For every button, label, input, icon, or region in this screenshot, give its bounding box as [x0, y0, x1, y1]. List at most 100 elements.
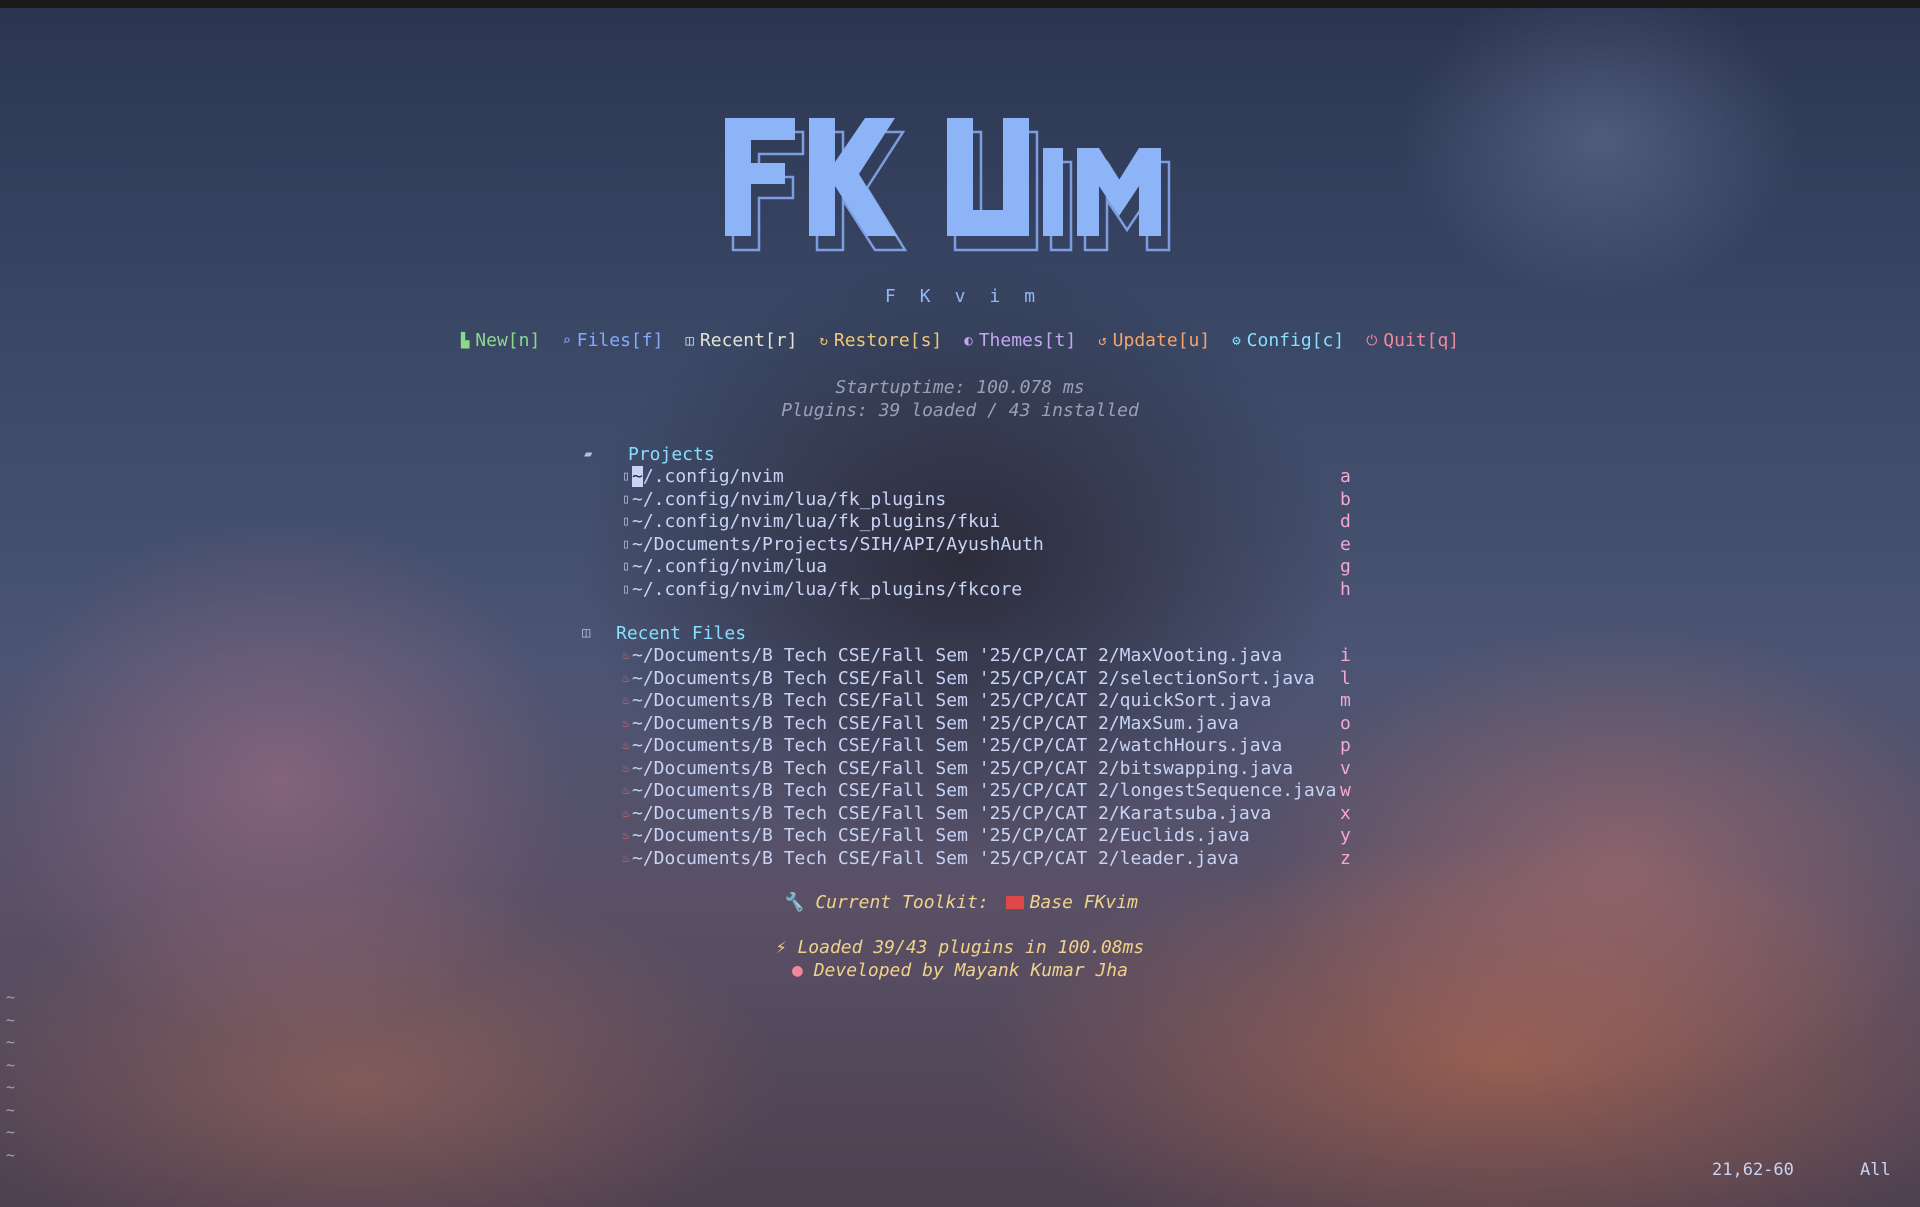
current-toolkit: 🔧 Current Toolkit: Base FKvim	[0, 892, 1920, 913]
menu-quit-button[interactable]: ⏻ Quit[q]	[1366, 330, 1459, 351]
recent-files-section: ◫ Recent Files ♨ ~/Documents/B Tech CSE/F…	[580, 622, 1360, 870]
project-item[interactable]: ▯ ~/.config/nvim/lua/fk_plugins/fkcore h	[580, 579, 1360, 602]
menu-update-button[interactable]: ↺ Update[u]	[1098, 330, 1210, 351]
menu-new-button[interactable]: ▙ New[n]	[461, 330, 540, 351]
developer-info: ● Developed by Mayank Kumar Jha	[0, 960, 1920, 981]
history-icon: ◫	[685, 332, 694, 349]
recent-file-path: ~/Documents/B Tech CSE/Fall Sem '25/CP/C…	[632, 690, 1272, 711]
update-icon: ↺	[1098, 332, 1107, 349]
project-path: ~/.config/nvim/lua/fk_plugins/fkcore	[632, 578, 1023, 600]
power-icon: ⏻	[1366, 332, 1378, 349]
shortcut-key: x	[1340, 802, 1351, 824]
startup-stats: Startuptime: 100.078 ms Plugins: 39 load…	[0, 376, 1920, 422]
book-icon: ▯	[622, 536, 630, 552]
menu-themes-button[interactable]: ◐ Themes[t]	[964, 330, 1076, 351]
shortcut-key: l	[1340, 667, 1351, 689]
window-top-bar	[0, 0, 1920, 8]
menu-label: Update[u]	[1112, 330, 1211, 351]
shortcut-key: p	[1340, 735, 1351, 756]
project-item[interactable]: ▯ ~/.config/nvim/lua g	[580, 556, 1360, 579]
recent-file-item[interactable]: ♨ ~/Documents/B Tech CSE/Fall Sem '25/CP/…	[580, 803, 1360, 826]
empty-line-markers: ~ ~ ~ ~ ~ ~ ~ ~	[6, 988, 16, 1164]
recent-file-path: ~/Documents/B Tech CSE/Fall Sem '25/CP/C…	[632, 780, 1337, 801]
loaded-text: Loaded 39/43 plugins in 100.08ms	[797, 937, 1145, 958]
menu-label: Themes[t]	[978, 330, 1077, 351]
recent-file-item[interactable]: ♨ ~/Documents/B Tech CSE/Fall Sem '25/CP/…	[580, 758, 1360, 781]
recent-file-item[interactable]: ♨ ~/Documents/B Tech CSE/Fall Sem '25/CP/…	[580, 735, 1360, 758]
loaded-info: ⚡ Loaded 39/43 plugins in 100.08ms	[0, 937, 1920, 958]
shortcut-key: b	[1340, 488, 1351, 510]
java-icon: ♨	[622, 648, 630, 663]
file-search-icon: ⌕	[562, 332, 571, 349]
recent-file-item[interactable]: ♨ ~/Documents/B Tech CSE/Fall Sem '25/CP/…	[580, 668, 1360, 691]
recent-file-path: ~/Documents/B Tech CSE/Fall Sem '25/CP/C…	[632, 847, 1239, 869]
project-item[interactable]: ▯ ~/.config/nvim/lua/fk_plugins b	[580, 489, 1360, 512]
plugins-count: Plugins: 39 loaded / 43 installed	[781, 400, 1139, 421]
palette-icon: ◐	[964, 332, 973, 349]
ascii-logo	[0, 118, 1920, 268]
shortcut-key: y	[1340, 825, 1351, 846]
startup-time: Startuptime: 100.078 ms	[835, 377, 1085, 398]
book-icon: ▯	[622, 469, 630, 484]
project-item[interactable]: ▯ ~/.config/nvim a	[580, 466, 1360, 489]
shortcut-key: z	[1340, 847, 1351, 869]
project-path: ~/Documents/Projects/SIH/API/AyushAuth	[632, 533, 1044, 555]
file-icon: ▙	[460, 332, 470, 349]
folder-icon: ▰	[584, 446, 593, 462]
projects-header-label: Projects	[628, 444, 715, 465]
gear-icon: ⚙	[1232, 332, 1241, 349]
menu-label: Config[c]	[1246, 330, 1345, 351]
projects-section: ▰ Projects ▯ ~/.config/nvim a ▯ ~/.config/nv…	[580, 443, 1360, 601]
dashboard-menu: ▙ New[n] ⌕ Files[f] ◫ Recent[r] ↻ Restore[s] ◐ Th…	[0, 330, 1920, 351]
shortcut-key: v	[1340, 757, 1351, 779]
menu-files-button[interactable]: ⌕ Files[f]	[562, 330, 663, 351]
recent-file-item[interactable]: ♨ ~/Documents/B Tech CSE/Fall Sem '25/CP/…	[580, 848, 1360, 871]
menu-restore-button[interactable]: ↻ Restore[s]	[819, 330, 942, 351]
recent-file-path: ~/Documents/B Tech CSE/Fall Sem '25/CP/C…	[632, 667, 1315, 689]
project-item[interactable]: ▯ ~/.config/nvim/lua/fk_plugins/fkui d	[580, 511, 1360, 534]
projects-header: ▰ Projects	[580, 443, 1360, 466]
developer-text: Developed by Mayank Kumar Jha	[813, 960, 1128, 981]
recent-files-header: ◫ Recent Files	[580, 622, 1360, 645]
recent-file-path: ~/Documents/B Tech CSE/Fall Sem '25/CP/C…	[632, 735, 1283, 756]
menu-label: Files[f]	[576, 330, 664, 351]
project-path: ~/.config/nvim/lua/fk_plugins/fkui	[632, 511, 1001, 532]
recent-file-item[interactable]: ♨ ~/Documents/B Tech CSE/Fall Sem '25/CP/…	[580, 825, 1360, 848]
shortcut-key: e	[1340, 533, 1351, 555]
shortcut-key: g	[1340, 556, 1351, 577]
toolkit-prefix: Current Toolkit:	[815, 892, 989, 913]
recent-files-header-label: Recent Files	[616, 623, 747, 644]
recent-file-item[interactable]: ♨ ~/Documents/B Tech CSE/Fall Sem '25/CP/…	[580, 645, 1360, 668]
menu-label: Restore[s]	[833, 330, 943, 351]
book-icon: ▯	[622, 559, 630, 574]
recent-files-icon: ◫	[582, 625, 591, 641]
menu-label: New[n]	[475, 330, 541, 351]
restore-icon: ↻	[819, 332, 828, 349]
menu-label: Quit[q]	[1383, 330, 1460, 351]
shortcut-key: m	[1340, 690, 1351, 711]
java-icon: ♨	[622, 670, 630, 686]
shortcut-key: o	[1340, 712, 1351, 734]
java-icon: ♨	[622, 693, 630, 708]
java-icon: ♨	[622, 805, 630, 821]
shortcut-key: a	[1340, 466, 1351, 487]
menu-config-button[interactable]: ⚙ Config[c]	[1232, 330, 1344, 351]
book-icon: ▯	[622, 514, 630, 529]
shortcut-key: d	[1340, 511, 1351, 532]
shortcut-key: w	[1340, 780, 1351, 801]
flag-icon	[1005, 896, 1024, 909]
project-path: ~/.config/nvim	[632, 466, 784, 487]
book-icon: ▯	[622, 581, 630, 597]
menu-label: Recent[r]	[699, 330, 798, 351]
recent-file-item[interactable]: ♨ ~/Documents/B Tech CSE/Fall Sem '25/CP/…	[580, 690, 1360, 713]
menu-recent-button[interactable]: ◫ Recent[r]	[685, 330, 797, 351]
java-icon: ♨	[622, 850, 630, 866]
project-item[interactable]: ▯ ~/Documents/Projects/SIH/API/AyushAuth e	[580, 534, 1360, 557]
recent-file-item[interactable]: ♨ ~/Documents/B Tech CSE/Fall Sem '25/CP/…	[580, 713, 1360, 736]
java-icon: ♨	[622, 738, 630, 753]
wrench-icon: 🔧	[782, 892, 805, 913]
scroll-indicator: All	[1860, 1160, 1891, 1180]
recent-file-item[interactable]: ♨ ~/Documents/B Tech CSE/Fall Sem '25/CP/…	[580, 780, 1360, 803]
project-path: ~/.config/nvim/lua/fk_plugins	[632, 488, 947, 510]
recent-file-path: ~/Documents/B Tech CSE/Fall Sem '25/CP/C…	[632, 757, 1294, 779]
